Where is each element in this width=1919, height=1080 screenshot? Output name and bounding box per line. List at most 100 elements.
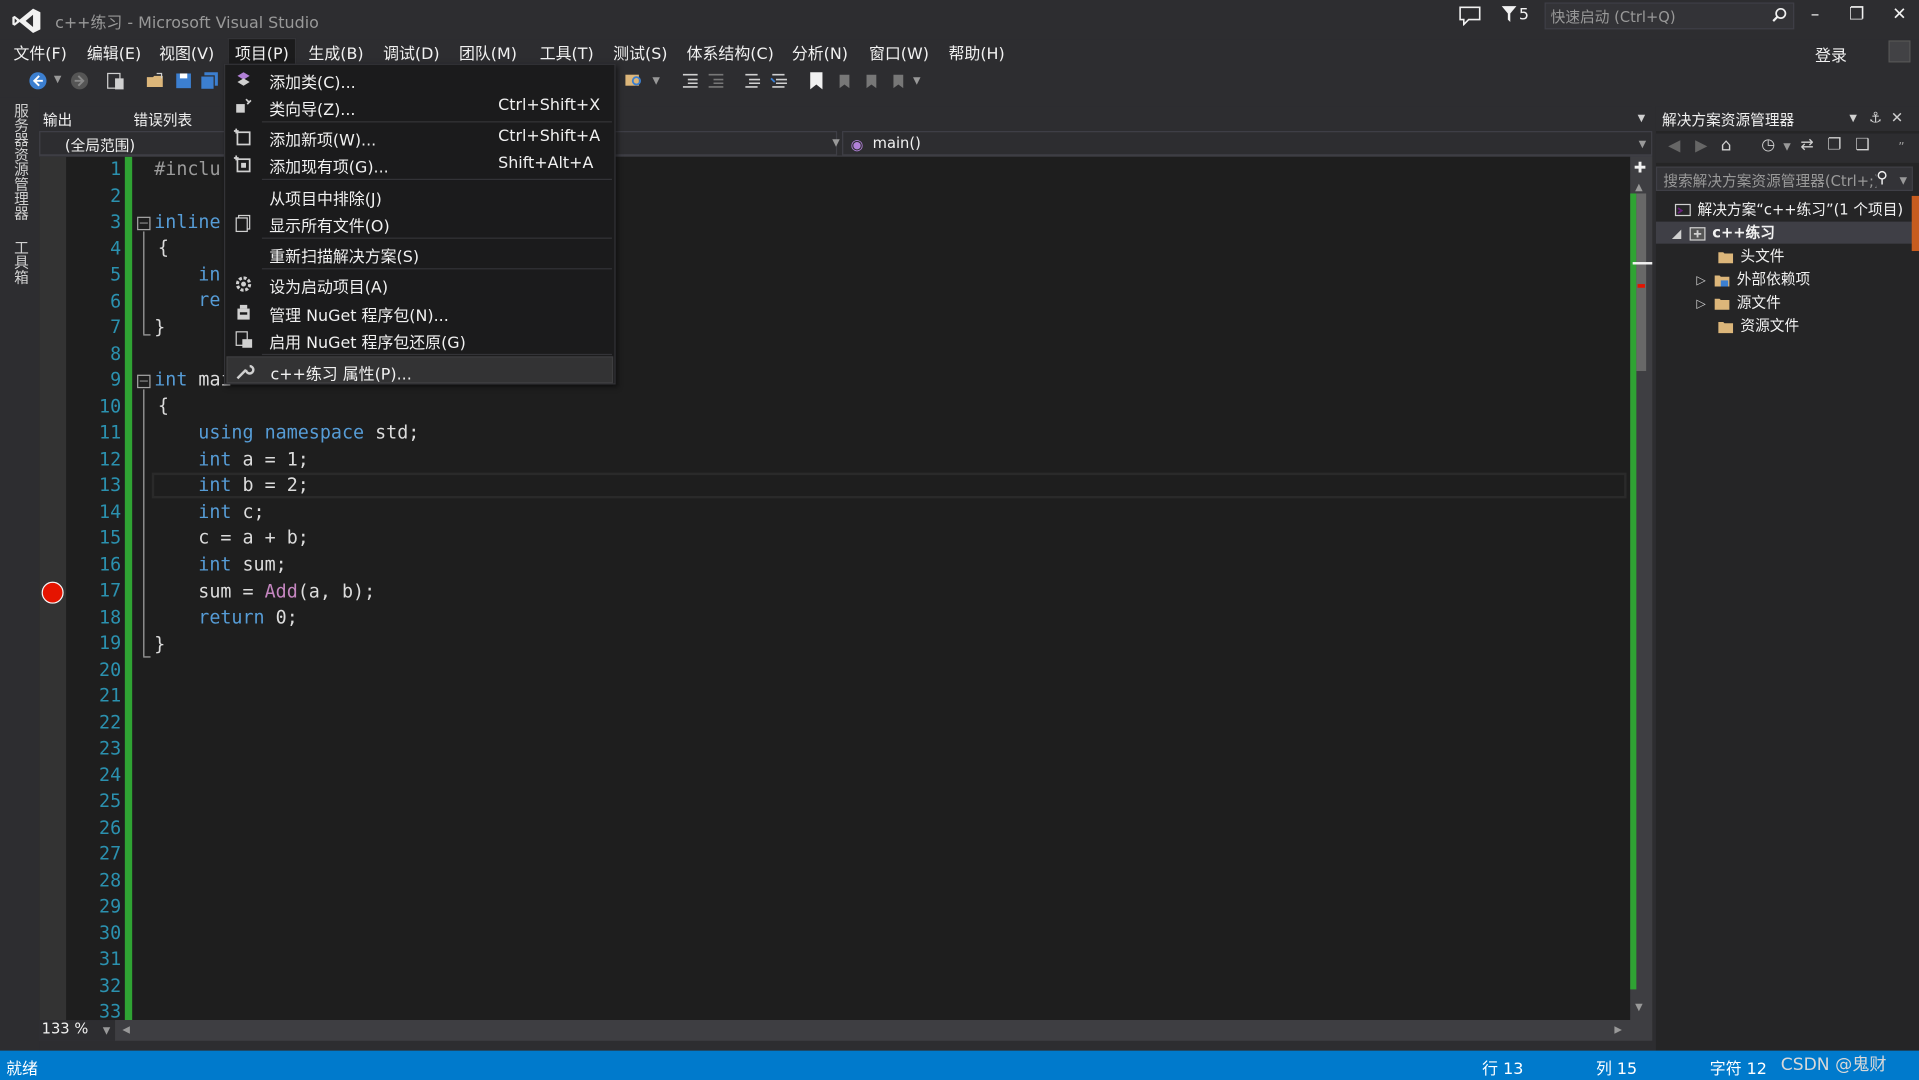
code-line-14[interactable]: int c; [198, 500, 264, 526]
tree-node-source-files[interactable]: ▷ 源文件 [1696, 291, 1780, 313]
pin-icon[interactable]: ⚓ [1869, 109, 1882, 126]
collapse-icon[interactable]: – [137, 373, 151, 389]
menu-item-show-all-files[interactable]: 显示所有文件(O) [226, 209, 613, 236]
menu-build[interactable]: 生成(B) [308, 40, 363, 63]
tree-node-external-dependencies[interactable]: ▷ 外部依赖项 [1696, 268, 1810, 290]
menu-file[interactable]: 文件(F) [13, 40, 66, 63]
scroll-down-icon[interactable]: ▼ [1635, 1002, 1643, 1013]
code-line-16[interactable]: int sum; [198, 552, 286, 578]
comment-lines-icon[interactable] [743, 71, 763, 91]
collapse-icon[interactable]: – [137, 216, 151, 231]
menu-window[interactable]: 窗口(W) [869, 40, 929, 63]
quick-launch-input[interactable]: 快速启动 (Ctrl+Q) [1544, 2, 1795, 30]
toolbar-customize-icon[interactable]: ▼ [913, 75, 933, 95]
tree-node-solution[interactable]: 解决方案“c++练习”(1 个项目) [1674, 198, 1903, 220]
scroll-left-icon[interactable]: ◀ [122, 1024, 130, 1035]
editor-vertical-scrollbar[interactable]: ✚ ▲ ▼ [1630, 156, 1653, 1021]
back-icon[interactable]: ◀ [1668, 137, 1680, 155]
menu-team[interactable]: 团队(M) [459, 40, 517, 63]
code-line-10[interactable]: { [158, 393, 169, 419]
menu-help[interactable]: 帮助(H) [949, 40, 1005, 63]
toolbox-tab[interactable]: 工具箱 [11, 240, 32, 284]
chevron-down-icon[interactable]: ▼ [1783, 141, 1791, 152]
code-line-6[interactable]: re [198, 288, 220, 314]
code-line-17[interactable]: sum = Add(a, b); [198, 579, 375, 605]
menu-tools[interactable]: 工具(T) [540, 40, 594, 63]
navigate-forward-icon[interactable] [70, 71, 90, 91]
code-line-15[interactable]: c = a + b; [198, 525, 309, 551]
solution-explorer-scrollbar-thumb[interactable] [1911, 195, 1919, 252]
chevron-down-icon[interactable]: ▼ [832, 137, 840, 148]
unindent-icon[interactable] [680, 71, 700, 91]
tab-list-dropdown-icon[interactable]: ▼ [1638, 113, 1646, 124]
split-editor-icon[interactable]: ✚ [1634, 159, 1646, 176]
menu-debug[interactable]: 调试(D) [383, 40, 439, 63]
notification-flag-icon[interactable] [1501, 5, 1518, 25]
member-dropdown[interactable]: ◉ main() ▼ [842, 131, 1653, 156]
code-line-4[interactable]: { [158, 235, 169, 261]
tab-error-list[interactable]: 错误列表 [133, 109, 192, 130]
new-project-icon[interactable] [105, 71, 125, 91]
menu-item-enable-nuget-restore[interactable]: 启用 NuGet 程序包还原(G) [226, 326, 613, 353]
minimize-button[interactable]: – [1798, 5, 1832, 29]
more-icon[interactable]: „ [1898, 133, 1904, 146]
search-icon[interactable]: ⚲ [1876, 168, 1888, 188]
menu-item-add-existing-item[interactable]: 添加现有项(G)... Shift+Alt+A [226, 151, 613, 178]
solution-explorer-search[interactable]: 搜索解决方案资源管理器(Ctrl+;) [1655, 166, 1913, 192]
next-bookmark-icon[interactable] [860, 71, 880, 91]
toolbar-overflow-icon[interactable]: ▼ [652, 75, 672, 95]
chevron-down-icon[interactable]: ▼ [103, 1025, 111, 1036]
find-in-files-icon[interactable] [624, 71, 644, 91]
menu-item-exclude-from-project[interactable]: 从项目中排除(J) [226, 182, 613, 209]
menu-item-manage-nuget[interactable]: 管理 NuGet 程序包(N)... [226, 299, 613, 326]
menu-item-rescan-solution[interactable]: 重新扫描解决方案(S) [226, 240, 613, 267]
menu-test[interactable]: 测试(S) [613, 40, 667, 63]
tree-node-project[interactable]: ◢ c++练习 [1655, 221, 1913, 244]
tree-node-header-files[interactable]: 头文件 [1717, 245, 1784, 267]
uncomment-lines-icon[interactable] [770, 71, 790, 91]
bookmark-icon[interactable] [807, 71, 827, 91]
code-line-3[interactable]: inline [154, 209, 220, 235]
code-line-7[interactable]: } [154, 315, 165, 341]
code-line-11[interactable]: using namespace std; [198, 420, 419, 446]
scrollbar-thumb[interactable] [1636, 193, 1647, 372]
scroll-right-icon[interactable]: ▶ [1614, 1024, 1622, 1035]
menu-analyze[interactable]: 分析(N) [792, 40, 848, 63]
tab-output[interactable]: 输出 [43, 109, 72, 130]
tree-node-resource-files[interactable]: 资源文件 [1717, 315, 1799, 337]
code-line-13[interactable]: int b = 2; [198, 473, 309, 499]
code-line-1[interactable]: #inclu [154, 157, 220, 183]
indent-icon[interactable] [706, 71, 726, 91]
profile-icon[interactable] [1888, 40, 1911, 63]
menu-view[interactable]: 视图(V) [159, 40, 214, 63]
code-line-5[interactable]: in [198, 262, 220, 288]
code-line-9[interactable]: int mai [154, 367, 231, 393]
save-icon[interactable] [174, 71, 194, 91]
collapsed-caret-icon[interactable]: ▷ [1696, 271, 1713, 293]
code-line-19[interactable]: } [154, 632, 165, 658]
server-explorer-tab[interactable]: 服务器资源管理器 [11, 103, 32, 221]
chevron-down-icon[interactable]: ▼ [1639, 138, 1647, 149]
menu-item-add-class[interactable]: 添加类(C)... [226, 66, 613, 93]
chevron-down-icon[interactable]: ▼ [1849, 113, 1857, 124]
menu-item-add-new-item[interactable]: 添加新项(W)... Ctrl+Shift+A [226, 124, 613, 151]
zoom-dropdown[interactable]: 133 % ▼ [39, 1020, 116, 1041]
login-link[interactable]: 登录 [1815, 43, 1847, 66]
collapse-all-icon[interactable]: ❐ [1827, 136, 1841, 154]
menu-project[interactable]: 项目(P) [227, 37, 297, 67]
code-line-18[interactable]: return 0; [198, 605, 297, 631]
menu-item-class-wizard[interactable]: 类向导(Z)... Ctrl+Shift+X [226, 93, 613, 120]
save-all-icon[interactable] [199, 71, 219, 91]
open-file-icon[interactable] [146, 71, 166, 91]
menu-edit[interactable]: 编辑(E) [87, 40, 141, 63]
close-icon[interactable]: ✕ [1891, 109, 1903, 126]
menu-item-project-properties[interactable]: c++练习 属性(P)... [226, 356, 614, 384]
chevron-down-icon[interactable]: ▼ [1899, 175, 1907, 186]
notification-count[interactable]: 5 [1519, 6, 1529, 24]
feedback-icon[interactable] [1459, 6, 1481, 26]
previous-bookmark-icon[interactable] [833, 71, 853, 91]
breakpoint-icon[interactable] [41, 581, 64, 604]
restore-button[interactable]: ❐ [1840, 5, 1874, 29]
search-icon[interactable] [1772, 7, 1787, 22]
sync-icon[interactable]: ⇄ [1800, 136, 1813, 154]
